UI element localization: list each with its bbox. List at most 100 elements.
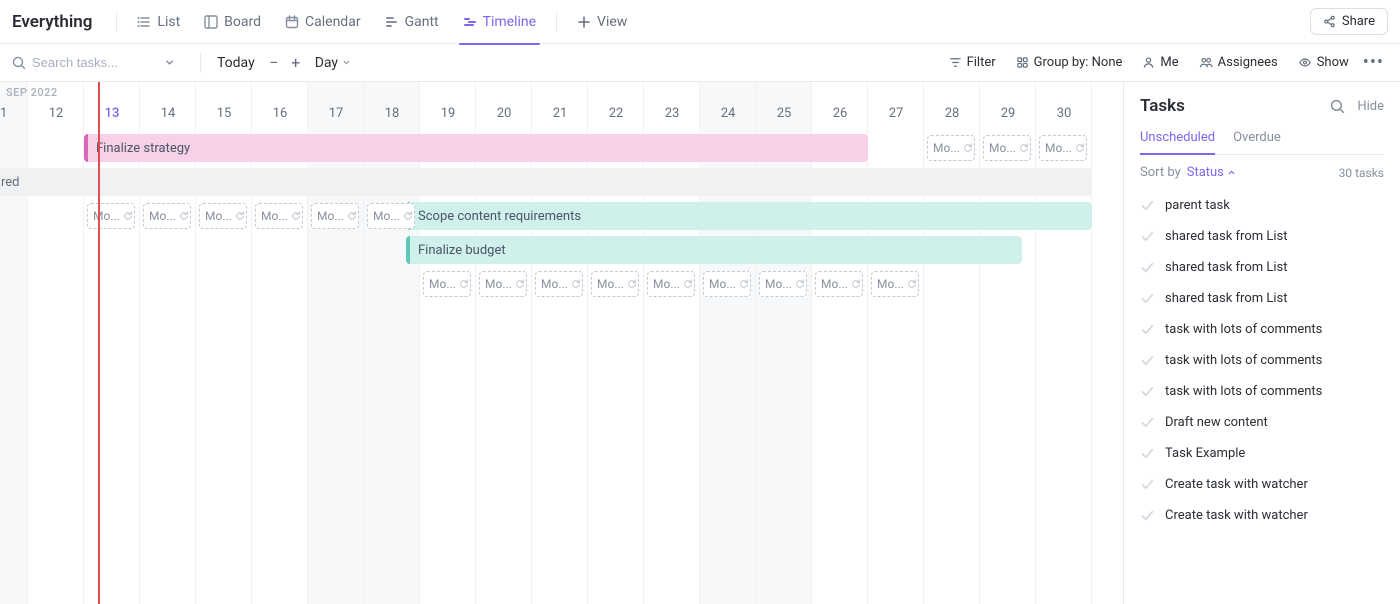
- sidebar-tab-unscheduled[interactable]: Unscheduled: [1140, 130, 1215, 155]
- day-header-cell[interactable]: 25: [756, 106, 812, 121]
- task-item-label: Draft new content: [1165, 415, 1268, 430]
- recurring-pill[interactable]: Mo...: [647, 271, 695, 297]
- task-item[interactable]: parent task: [1140, 190, 1384, 221]
- timeline-bar[interactable]: Finalize strategy: [84, 134, 868, 162]
- sidebar-tab-overdue[interactable]: Overdue: [1233, 130, 1281, 154]
- more-button[interactable]: •••: [1359, 52, 1388, 73]
- day-header-cell[interactable]: 20: [476, 106, 532, 121]
- recurring-pill[interactable]: Mo...: [703, 271, 751, 297]
- day-header-cell[interactable]: 19: [420, 106, 476, 121]
- recurring-pill[interactable]: Mo...: [199, 203, 247, 229]
- day-header-cell[interactable]: 24: [700, 106, 756, 121]
- timeline-bar[interactable]: Scope content requirements: [406, 202, 1092, 230]
- hide-button[interactable]: Hide: [1357, 99, 1384, 114]
- view-tab-gantt[interactable]: Gantt: [373, 0, 451, 44]
- recurring-pill[interactable]: Mo...: [143, 203, 191, 229]
- timeline-area[interactable]: SEP 2022 1112131415161718192021222324252…: [0, 82, 1124, 604]
- task-item[interactable]: shared task from List: [1140, 283, 1384, 314]
- recurring-pill[interactable]: Mo...: [759, 271, 807, 297]
- eye-icon: [1298, 56, 1312, 69]
- recurring-pill[interactable]: Mo...: [479, 271, 527, 297]
- day-header-cell[interactable]: 15: [196, 106, 252, 121]
- add-view-label: View: [597, 14, 627, 30]
- recurring-pill[interactable]: Mo...: [983, 135, 1031, 161]
- show-button[interactable]: Show: [1288, 55, 1359, 70]
- view-tab-timeline[interactable]: Timeline: [451, 0, 548, 44]
- day-header-cell[interactable]: 22: [588, 106, 644, 121]
- task-item[interactable]: task with lots of comments: [1140, 314, 1384, 345]
- task-item[interactable]: Create task with watcher: [1140, 500, 1384, 531]
- day-header-cell[interactable]: 11: [0, 106, 28, 121]
- today-button[interactable]: Today: [209, 55, 263, 71]
- day-header-cell[interactable]: 29: [980, 106, 1036, 121]
- recurring-pill[interactable]: Mo...: [423, 271, 471, 297]
- zoom-out-button[interactable]: −: [263, 52, 285, 74]
- me-button[interactable]: Me: [1132, 55, 1188, 70]
- task-item-label: shared task from List: [1165, 291, 1287, 306]
- timeline-bar[interactable]: shared: [0, 168, 1092, 196]
- refresh-icon: [291, 211, 301, 221]
- sort-selector[interactable]: Status: [1187, 165, 1236, 180]
- timeline-bar[interactable]: Finalize budget: [406, 236, 1022, 264]
- day-header-cell[interactable]: 21: [532, 106, 588, 121]
- day-header-cell[interactable]: 26: [812, 106, 868, 121]
- day-header-cell[interactable]: 17: [308, 106, 364, 121]
- sort-caret-icon: [1227, 168, 1236, 177]
- recurring-pill[interactable]: Mo...: [87, 203, 135, 229]
- gantt-icon: [385, 15, 399, 29]
- task-item-label: task with lots of comments: [1165, 353, 1322, 368]
- assignees-button[interactable]: Assignees: [1189, 55, 1288, 70]
- task-item[interactable]: Task Example: [1140, 438, 1384, 469]
- task-item[interactable]: Draft new content: [1140, 407, 1384, 438]
- me-label: Me: [1160, 55, 1178, 70]
- day-header-cell[interactable]: 23: [644, 106, 700, 121]
- recurring-pill[interactable]: Mo...: [367, 203, 415, 229]
- search-dropdown-chevron-icon[interactable]: [164, 57, 175, 68]
- recurring-pill[interactable]: Mo...: [1039, 135, 1087, 161]
- sidebar-search-icon[interactable]: [1330, 99, 1345, 114]
- check-icon: [1140, 477, 1155, 492]
- group-icon: [1016, 56, 1029, 69]
- separator: [556, 12, 557, 32]
- task-item[interactable]: shared task from List: [1140, 252, 1384, 283]
- scale-selector[interactable]: Day: [307, 55, 359, 71]
- recurring-pill[interactable]: Mo...: [255, 203, 303, 229]
- refresh-icon: [739, 279, 749, 289]
- refresh-icon: [1075, 143, 1085, 153]
- day-header-cell[interactable]: 18: [364, 106, 420, 121]
- recurring-pill[interactable]: Mo...: [591, 271, 639, 297]
- share-button[interactable]: Share: [1310, 8, 1388, 35]
- view-tab-board[interactable]: Board: [192, 0, 273, 44]
- day-header-cell[interactable]: 12: [28, 106, 84, 121]
- add-view-button[interactable]: View: [565, 0, 639, 44]
- day-header-cell[interactable]: 14: [140, 106, 196, 121]
- recurring-pill[interactable]: Mo...: [815, 271, 863, 297]
- search-input[interactable]: [32, 55, 152, 70]
- day-header-cell[interactable]: 30: [1036, 106, 1092, 121]
- day-header-cell[interactable]: 13: [84, 106, 140, 121]
- refresh-icon: [683, 279, 693, 289]
- task-item[interactable]: task with lots of comments: [1140, 376, 1384, 407]
- day-header-cell[interactable]: 27: [868, 106, 924, 121]
- task-item[interactable]: task with lots of comments: [1140, 345, 1384, 376]
- task-item[interactable]: Create task with watcher: [1140, 469, 1384, 500]
- list-icon: [137, 15, 151, 29]
- task-item-label: task with lots of comments: [1165, 384, 1322, 399]
- search-icon: [12, 56, 26, 70]
- recurring-pill[interactable]: Mo...: [871, 271, 919, 297]
- view-tab-calendar[interactable]: Calendar: [273, 0, 373, 44]
- view-tab-label: Gantt: [405, 14, 439, 30]
- day-header-cell[interactable]: 16: [252, 106, 308, 121]
- recurring-pill[interactable]: Mo...: [927, 135, 975, 161]
- day-header-cell[interactable]: 28: [924, 106, 980, 121]
- refresh-icon: [403, 211, 413, 221]
- zoom-in-button[interactable]: +: [285, 52, 307, 74]
- recurring-pill[interactable]: Mo...: [535, 271, 583, 297]
- view-tab-list[interactable]: List: [125, 0, 192, 44]
- groupby-button[interactable]: Group by: None: [1006, 55, 1133, 70]
- recurring-pill[interactable]: Mo...: [311, 203, 359, 229]
- groupby-label: Group by: None: [1034, 55, 1123, 70]
- task-item[interactable]: shared task from List: [1140, 221, 1384, 252]
- filter-button[interactable]: Filter: [939, 55, 1006, 70]
- refresh-icon: [123, 211, 133, 221]
